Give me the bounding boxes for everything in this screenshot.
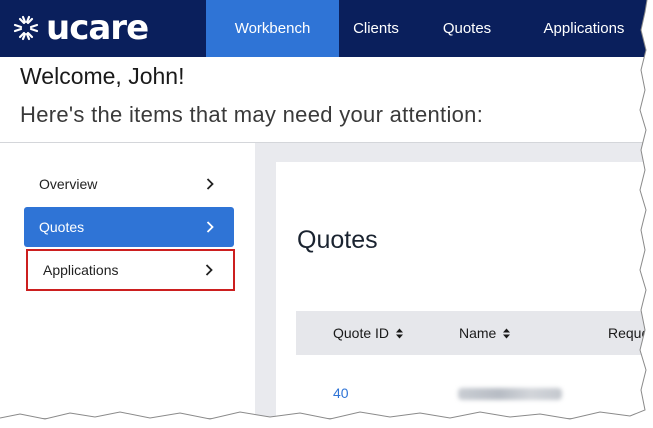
chevron-right-icon (206, 178, 214, 190)
ucare-logo[interactable]: ucare (12, 6, 149, 50)
column-header-requested[interactable]: Reque (608, 311, 647, 355)
nav-tab-label: Workbench (234, 20, 311, 37)
nav-tab-quotes[interactable]: Quotes (424, 0, 510, 57)
sidebar-item-applications[interactable]: Applications (26, 249, 235, 291)
nav-tab-clients[interactable]: Clients (339, 0, 413, 57)
column-header-label: Reque (608, 325, 647, 341)
welcome-heading: Welcome, John! (20, 63, 185, 89)
chevron-right-icon (206, 221, 214, 233)
nav-tab-label: Clients (353, 20, 399, 37)
app-window: ucare Workbench Clients Quotes Applicati… (0, 0, 647, 418)
column-header-quote-id[interactable]: Quote ID (333, 311, 404, 355)
sort-icon (503, 328, 511, 338)
sidebar-item-overview[interactable]: Overview (24, 164, 234, 204)
welcome-subheading: Here's the items that may need your atte… (20, 102, 484, 127)
quote-id-link[interactable]: 40 (333, 385, 349, 401)
sidebar-item-label: Quotes (39, 219, 85, 235)
column-header-name[interactable]: Name (459, 311, 511, 355)
sort-icon (396, 328, 404, 338)
chevron-right-icon (205, 264, 213, 276)
sidebar-item-label: Applications (43, 262, 119, 278)
column-header-label: Name (459, 325, 497, 341)
snowflake-logo-icon (13, 15, 39, 41)
sidebar-item-label: Overview (39, 176, 98, 192)
logo-text: ucare (46, 8, 149, 48)
sidebar-item-quotes[interactable]: Quotes (24, 207, 234, 247)
top-navigation-bar: ucare Workbench Clients Quotes Applicati… (0, 0, 647, 57)
quotes-card-title: Quotes (297, 226, 378, 254)
nav-tab-label: Applications (543, 20, 625, 37)
redacted-client-name (458, 388, 562, 400)
column-header-label: Quote ID (333, 325, 390, 341)
nav-tab-label: Quotes (442, 20, 492, 37)
nav-tab-applications[interactable]: Applications (526, 0, 642, 57)
quotes-card (276, 162, 647, 418)
nav-tab-workbench[interactable]: Workbench (206, 0, 339, 57)
